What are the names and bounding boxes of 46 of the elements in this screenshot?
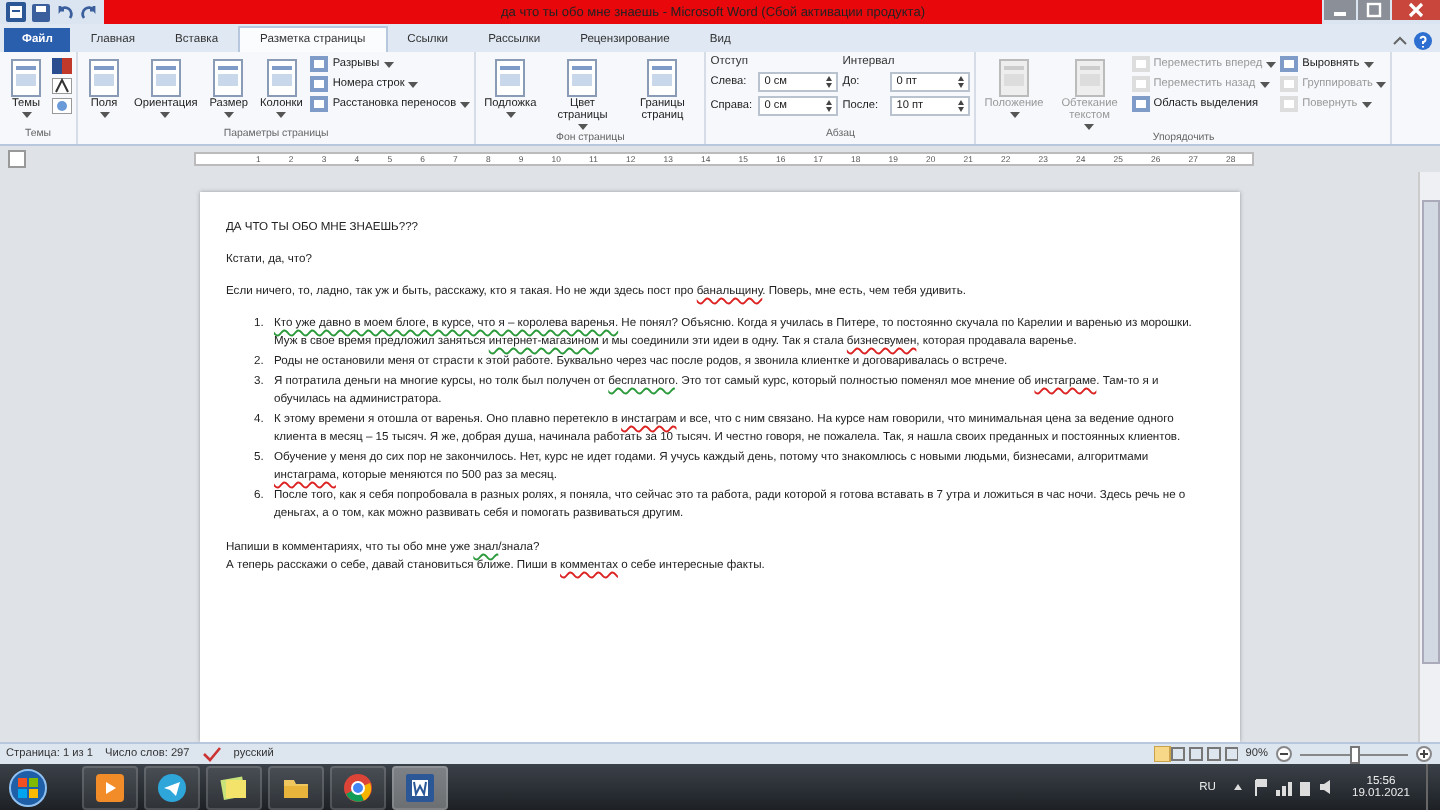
collapse-ribbon-icon[interactable] xyxy=(1392,34,1408,46)
undo-icon[interactable] xyxy=(56,3,74,21)
fonts-icon[interactable] xyxy=(52,78,72,94)
page-icon xyxy=(564,58,601,98)
tray-icons[interactable] xyxy=(1231,778,1336,796)
spinner-icon[interactable] xyxy=(826,76,833,88)
spinner-icon[interactable] xyxy=(826,100,833,112)
close-button[interactable] xyxy=(1392,0,1440,20)
page-icon xyxy=(1071,58,1108,98)
taskbar-app[interactable] xyxy=(82,765,138,809)
zoom-out-icon[interactable] xyxy=(1276,746,1292,762)
spinner-icon[interactable] xyxy=(958,100,965,112)
zoom-slider[interactable] xyxy=(1300,745,1408,763)
taskbar-app[interactable] xyxy=(330,765,386,809)
play-icon xyxy=(96,773,124,801)
page-icon xyxy=(210,58,247,98)
paper-plane-icon xyxy=(158,773,186,801)
browser-icon xyxy=(344,773,372,801)
save-icon[interactable] xyxy=(32,3,50,21)
page-icon xyxy=(644,58,681,98)
taskbar-app[interactable] xyxy=(392,765,448,809)
zoom-in-icon[interactable] xyxy=(1416,746,1432,762)
page-icon xyxy=(86,58,122,98)
page-icon xyxy=(8,58,44,98)
scrollbar[interactable] xyxy=(1418,172,1440,742)
redo-icon[interactable] xyxy=(80,3,98,21)
maximize-button[interactable] xyxy=(1358,0,1390,20)
sticky-notes-icon xyxy=(220,773,248,801)
page-icon xyxy=(996,58,1032,98)
page-icon xyxy=(147,58,184,98)
taskbar-app[interactable] xyxy=(206,765,262,809)
help-icon[interactable] xyxy=(1414,31,1432,49)
page-icon xyxy=(492,58,529,98)
page-icon xyxy=(263,58,300,98)
close-icon xyxy=(1408,2,1424,18)
start-button[interactable] xyxy=(8,767,48,807)
colors-icon[interactable] xyxy=(52,58,72,74)
tab-selector[interactable] xyxy=(8,150,26,168)
document-app-icon xyxy=(406,773,434,801)
taskbar-app[interactable] xyxy=(144,765,200,809)
taskbar-app[interactable] xyxy=(268,765,324,809)
minimize-button[interactable] xyxy=(1324,0,1356,20)
spinner-icon[interactable] xyxy=(958,76,965,88)
spellcheck-icon[interactable] xyxy=(201,746,222,762)
view-buttons-icon[interactable] xyxy=(1153,746,1238,762)
maximize-icon xyxy=(1366,2,1382,18)
